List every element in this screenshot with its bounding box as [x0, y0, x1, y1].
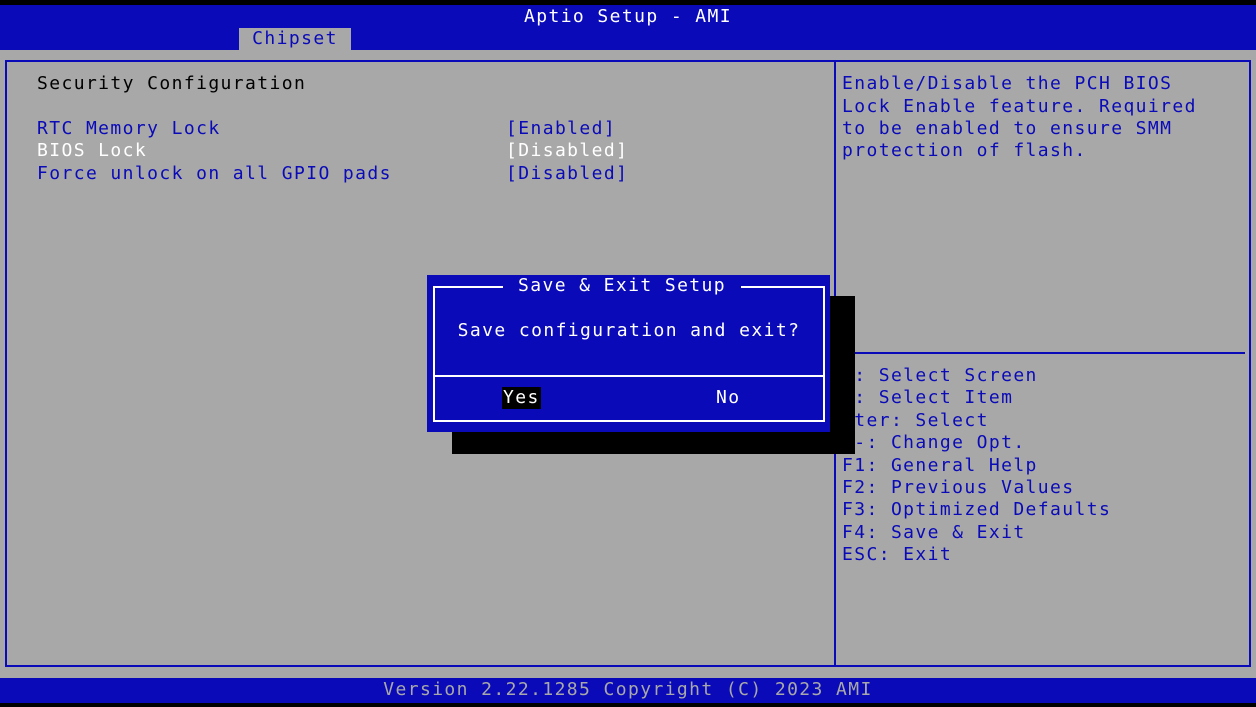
key-hint-change-opt: /-: Change Opt. [842, 432, 1026, 453]
setting-bios-lock-value[interactable]: [Disabled] [506, 140, 628, 162]
no-button[interactable]: No [715, 387, 741, 409]
setting-rtc-memory-lock-value[interactable]: [Enabled] [506, 118, 616, 140]
dialog-title: Save & Exit Setup [503, 275, 741, 297]
dialog-separator [433, 375, 825, 377]
key-hint-f2: F2: Previous Values [842, 477, 1075, 498]
section-title: Security Configuration [37, 73, 307, 94]
setting-rtc-memory-lock[interactable]: RTC Memory Lock [37, 118, 221, 140]
key-hint-enter: nter: Select [842, 410, 989, 431]
help-text-line: Lock Enable feature. Required [842, 96, 1197, 117]
app-title: Aptio Setup - AMI [523, 6, 733, 27]
key-hint-select-item: ↓: Select Item [842, 387, 1014, 408]
help-text-line: to be enabled to ensure SMM [842, 118, 1173, 139]
help-divider [836, 352, 1245, 354]
dialog-message: Save configuration and exit? [457, 320, 801, 341]
setting-force-unlock-gpio[interactable]: Force unlock on all GPIO pads [37, 163, 392, 185]
help-text-line: Enable/Disable the PCH BIOS [842, 73, 1173, 94]
version-text: Version 2.22.1285 Copyright (C) 2023 AMI [383, 679, 873, 700]
dialog-border [433, 286, 825, 422]
help-text-line: protection of flash. [842, 140, 1087, 161]
key-hint-esc: ESC: Exit [842, 544, 953, 565]
key-hint-select-screen: ←: Select Screen [842, 365, 1038, 386]
key-hint-f3: F3: Optimized Defaults [842, 499, 1112, 520]
setting-bios-lock[interactable]: BIOS Lock [37, 140, 147, 162]
key-hint-f4: F4: Save & Exit [842, 522, 1026, 543]
tab-chipset[interactable]: Chipset [239, 28, 351, 50]
setting-force-unlock-gpio-value[interactable]: [Disabled] [506, 163, 628, 185]
yes-button[interactable]: Yes [502, 387, 541, 409]
key-hint-f1: F1: General Help [842, 455, 1038, 476]
